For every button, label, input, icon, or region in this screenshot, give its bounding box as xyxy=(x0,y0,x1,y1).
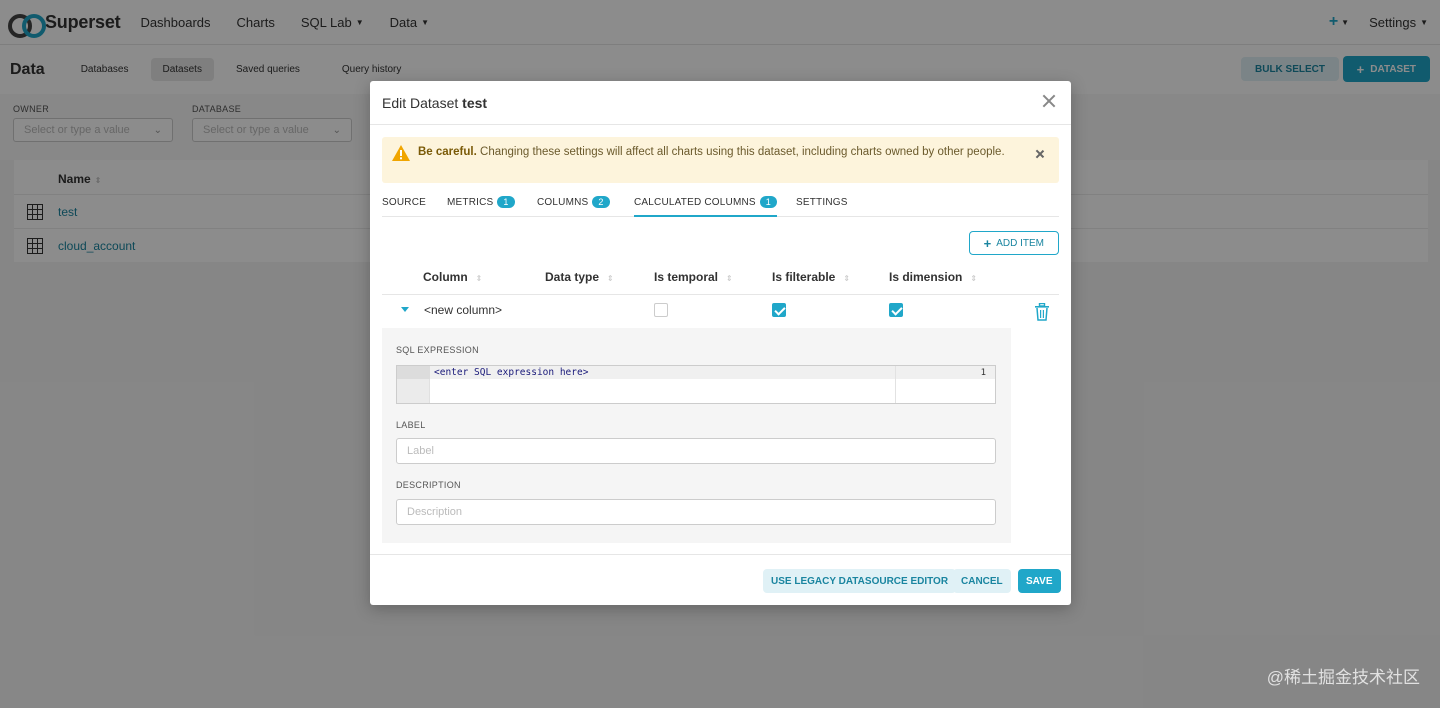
plus-icon: + xyxy=(983,235,992,251)
sql-expression-editor[interactable]: 1 <enter SQL expression here> xyxy=(396,365,996,404)
add-item-button[interactable]: + ADD ITEM xyxy=(968,231,1059,255)
count-badge: 1 xyxy=(497,196,515,208)
sort-icon: ⇕ xyxy=(970,274,978,283)
header-label: Is temporal xyxy=(654,270,719,284)
label-field-label: LABEL xyxy=(396,420,426,430)
close-icon[interactable] xyxy=(1041,93,1057,109)
tab-columns-label: COLUMNS xyxy=(537,196,589,208)
tab-source-label: SOURCE xyxy=(382,196,426,208)
column-header-data-type[interactable]: Data type ⇕ xyxy=(545,270,614,284)
close-icon[interactable] xyxy=(1035,149,1045,159)
column-header-column[interactable]: Column ⇕ xyxy=(423,270,482,284)
count-badge: 1 xyxy=(759,196,777,208)
is-filterable-checkbox[interactable] xyxy=(772,303,786,317)
header-label: Is dimension xyxy=(889,270,963,284)
editor-print-margin xyxy=(895,366,896,403)
modal-tabs: SOURCE METRICS 1 COLUMNS 2 CALCULATED COLU… xyxy=(382,187,1059,217)
modal-footer: USE LEGACY DATASOURCE EDITOR CANCEL SAVE xyxy=(370,554,1071,605)
editor-gutter-active-line xyxy=(397,366,430,379)
sort-icon: ⇕ xyxy=(726,274,733,283)
table-row: <new column> xyxy=(382,295,1059,328)
is-temporal-checkbox[interactable] xyxy=(654,303,668,317)
description-input-placeholder: Description xyxy=(407,506,463,518)
edit-dataset-modal: Edit Dataset test Be careful. Changing t… xyxy=(370,81,1071,605)
tab-metrics[interactable]: METRICS 1 xyxy=(447,195,515,209)
sort-icon: ⇕ xyxy=(843,274,851,283)
warning-alert: Be careful. Changing these settings will… xyxy=(382,137,1059,183)
modal-title-prefix: Edit Dataset xyxy=(382,94,459,111)
header-label: Data type xyxy=(545,270,600,284)
columns-table-header: Column ⇕ Data type ⇕ Is temporal ⇕ Is filte… xyxy=(382,267,1059,295)
label-input-placeholder: Label xyxy=(407,445,434,457)
use-legacy-editor-button[interactable]: USE LEGACY DATASOURCE EDITOR xyxy=(763,569,957,593)
alert-bold: Be careful. xyxy=(418,146,477,158)
warning-icon xyxy=(392,145,410,161)
add-item-label: ADD ITEM xyxy=(996,237,1044,249)
sort-icon: ⇕ xyxy=(607,274,614,283)
column-name: <new column> xyxy=(424,303,503,317)
watermark: @稀土掘金技术社区 xyxy=(1266,668,1420,687)
sort-icon: ⇕ xyxy=(475,274,483,283)
tab-columns[interactable]: COLUMNS 2 xyxy=(537,195,610,209)
modal-title: Edit Dataset test xyxy=(382,95,487,111)
modal-title-dataset-name: test xyxy=(462,94,488,111)
alert-message: Be careful. Changing these settings will… xyxy=(418,144,1018,160)
modal-header: Edit Dataset test xyxy=(370,81,1071,125)
column-header-is-filterable[interactable]: Is filterable ⇕ xyxy=(772,270,850,284)
line-number: 1 xyxy=(980,368,986,378)
header-label: Is filterable xyxy=(772,270,836,284)
trash-icon[interactable] xyxy=(1034,303,1050,321)
count-badge: 2 xyxy=(592,196,610,208)
tab-settings[interactable]: SETTINGS xyxy=(796,195,848,209)
tab-source[interactable]: SOURCE xyxy=(382,195,426,209)
cancel-button[interactable]: CANCEL xyxy=(953,569,1011,593)
tab-metrics-label: METRICS xyxy=(447,196,494,208)
expanded-row-panel: SQL EXPRESSION 1 <enter SQL expression h… xyxy=(382,328,1011,543)
header-label: Column xyxy=(423,270,468,284)
sql-placeholder: <enter SQL expression here> xyxy=(434,367,589,378)
column-header-is-dimension[interactable]: Is dimension ⇕ xyxy=(889,270,977,284)
save-button[interactable]: SAVE xyxy=(1018,569,1061,593)
caret-down-icon[interactable] xyxy=(401,307,409,312)
column-header-is-temporal[interactable]: Is temporal ⇕ xyxy=(654,270,733,284)
is-dimension-checkbox[interactable] xyxy=(889,303,903,317)
description-field-label: DESCRIPTION xyxy=(396,480,461,490)
label-input[interactable]: Label xyxy=(396,438,996,464)
tab-calculated-columns-label: CALCULATED COLUMNS xyxy=(634,196,756,208)
tab-calculated-columns[interactable]: CALCULATED COLUMNS 1 xyxy=(634,195,777,217)
sql-expression-label: SQL EXPRESSION xyxy=(396,345,479,355)
description-input[interactable]: Description xyxy=(396,499,996,525)
alert-text: Changing these settings will affect all … xyxy=(480,146,1005,158)
tab-settings-label: SETTINGS xyxy=(796,196,848,208)
